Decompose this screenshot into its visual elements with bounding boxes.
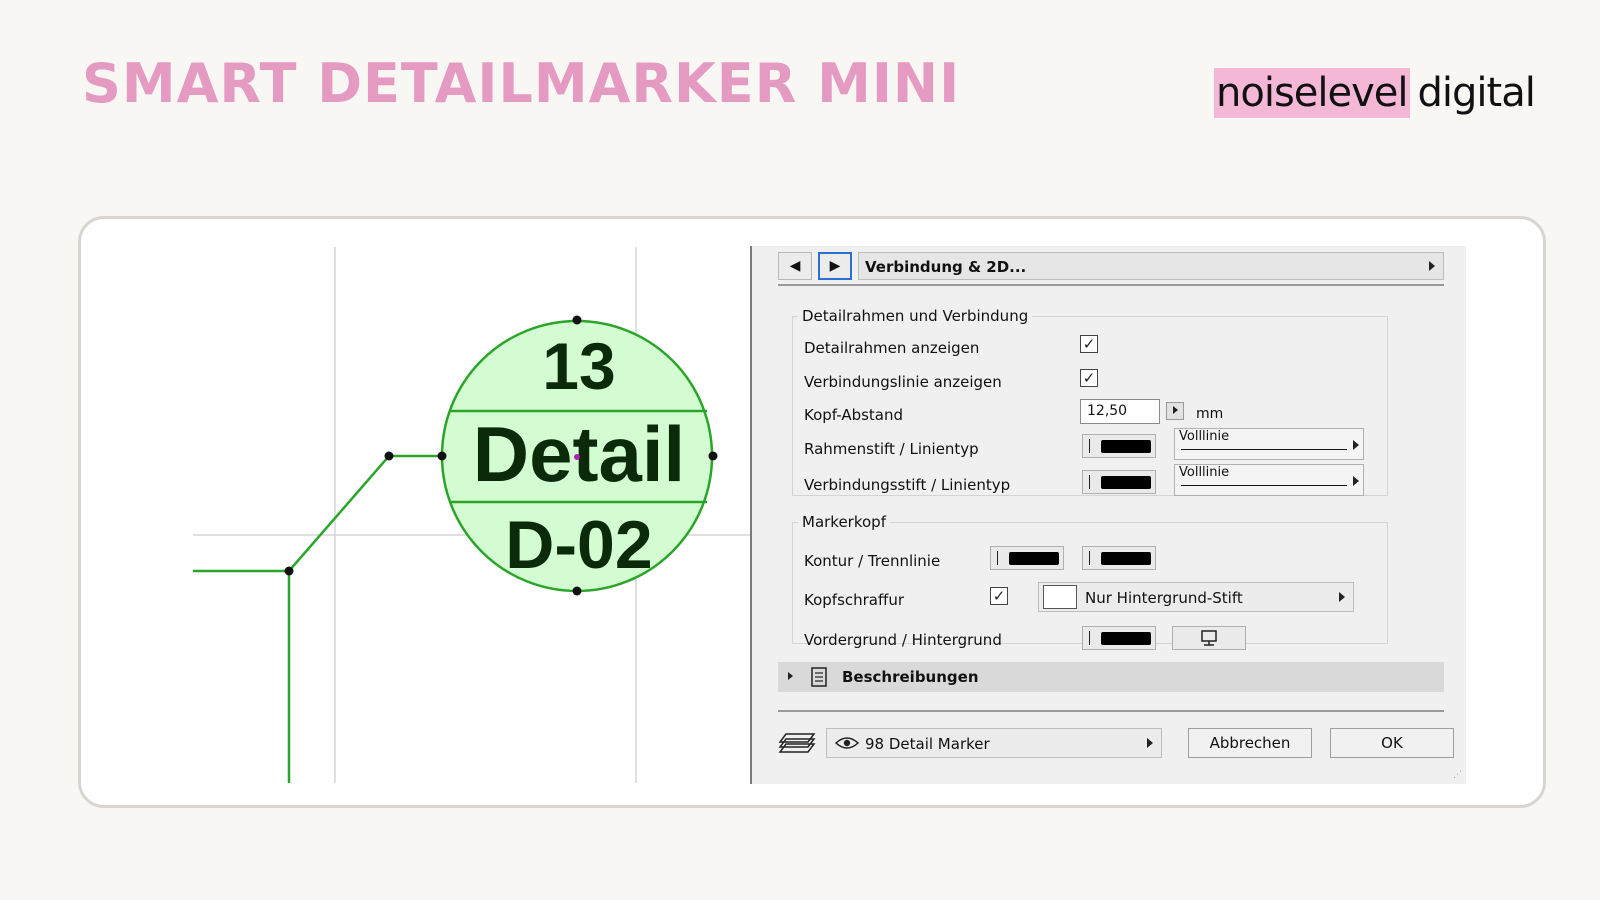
chevron-right-icon <box>1353 440 1359 450</box>
selection-handle[interactable] <box>437 451 447 461</box>
chevron-right-icon <box>1429 261 1435 271</box>
layer-selector[interactable]: 98 Detail Marker <box>826 728 1162 758</box>
head-offset-label: Kopf-Abstand <box>804 406 904 424</box>
chevron-right-icon <box>788 672 793 680</box>
frame-linetype-picker[interactable]: Volllinie <box>1174 428 1364 460</box>
drawing-canvas: 13 Detail D-02 <box>193 247 750 783</box>
document-icon <box>811 667 827 687</box>
selection-handle[interactable] <box>572 315 582 325</box>
selection-handle[interactable] <box>572 586 582 596</box>
divider <box>778 284 1444 286</box>
brand-logo: noiselevel digital <box>1214 68 1536 118</box>
conn-pen-label: Verbindungsstift / Linientyp <box>804 476 1011 494</box>
selection-handle[interactable] <box>284 566 294 576</box>
show-frame-checkbox[interactable]: ✓ <box>1080 335 1098 353</box>
marker-name: Detail <box>473 410 685 498</box>
background-pen-picker[interactable] <box>1172 626 1246 650</box>
marker-number: 13 <box>542 329 615 403</box>
descriptions-section-toggle[interactable]: Beschreibungen <box>778 662 1444 692</box>
panel-title: Verbindung & 2D... <box>865 258 1027 276</box>
chevron-right-icon <box>1353 476 1359 486</box>
conn-linetype-name: Volllinie <box>1179 465 1230 480</box>
frame-pen-picker[interactable] <box>1082 434 1156 458</box>
selection-handle[interactable] <box>384 451 394 461</box>
selection-handle[interactable] <box>708 451 718 461</box>
frame-pen-label: Rahmenstift / Linientyp <box>804 440 979 458</box>
hatch-swatch <box>1043 585 1077 609</box>
chevron-right-icon: ▶ <box>829 258 841 274</box>
hatch-label: Kopfschraffur <box>804 591 905 609</box>
settings-dialog: ◀ ▶ Verbindung & 2D... Detailrahmen und … <box>750 246 1466 784</box>
chevron-right-icon <box>1147 738 1153 748</box>
prev-panel-button[interactable]: ◀ <box>778 252 812 280</box>
chevron-right-icon <box>1173 406 1178 414</box>
chevron-right-icon <box>1339 592 1345 602</box>
panel-selector[interactable]: Verbindung & 2D... <box>858 252 1444 280</box>
divider <box>778 710 1444 712</box>
fg-bg-label: Vordergrund / Hintergrund <box>804 631 1002 649</box>
eye-icon <box>835 737 859 749</box>
monitor-icon <box>1201 630 1217 646</box>
contour-label: Kontur / Trennlinie <box>804 552 941 570</box>
next-panel-button[interactable]: ▶ <box>818 252 852 280</box>
hatch-checkbox[interactable]: ✓ <box>990 587 1008 605</box>
divider-pen-picker[interactable] <box>1082 546 1156 570</box>
marker-code: D-02 <box>505 507 652 583</box>
head-offset-stepper[interactable] <box>1166 402 1184 420</box>
conn-pen-picker[interactable] <box>1082 470 1156 494</box>
group-title-detail-frame: Detailrahmen und Verbindung <box>798 307 1033 325</box>
center-point <box>574 454 580 460</box>
logo-word-noiselevel: noiselevel <box>1214 68 1410 118</box>
frame-linetype-name: Volllinie <box>1179 429 1230 444</box>
show-line-checkbox[interactable]: ✓ <box>1080 369 1098 387</box>
ok-button[interactable]: OK <box>1330 728 1454 758</box>
connection-line <box>193 454 441 573</box>
layer-label: 98 Detail Marker <box>865 735 990 753</box>
conn-linetype-picker[interactable]: Volllinie <box>1174 464 1364 496</box>
layers-icon <box>778 733 816 753</box>
group-title-marker-head: Markerkopf <box>798 513 890 531</box>
resize-grip-icon[interactable]: ⋰ <box>1453 770 1462 780</box>
foreground-pen-picker[interactable] <box>1082 626 1156 650</box>
hatch-option-label: Nur Hintergrund-Stift <box>1085 589 1243 607</box>
show-line-label: Verbindungslinie anzeigen <box>804 373 1002 391</box>
head-offset-unit: mm <box>1196 406 1224 422</box>
show-frame-label: Detailrahmen anzeigen <box>804 339 980 357</box>
descriptions-label: Beschreibungen <box>842 668 979 686</box>
head-offset-input[interactable]: 12,50 <box>1080 399 1160 424</box>
cancel-button[interactable]: Abbrechen <box>1188 728 1312 758</box>
logo-word-digital: digital <box>1417 70 1536 116</box>
hatch-option-selector[interactable]: Nur Hintergrund-Stift <box>1038 582 1354 612</box>
chevron-left-icon: ◀ <box>789 258 801 274</box>
contour-pen-picker[interactable] <box>990 546 1064 570</box>
